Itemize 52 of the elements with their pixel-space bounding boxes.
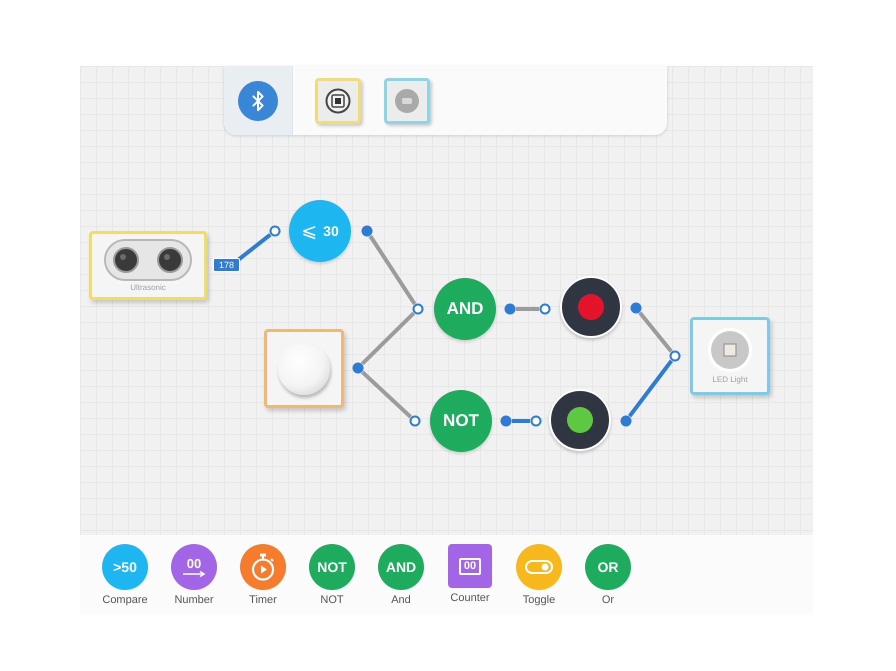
timer-block[interactable]: [240, 544, 286, 590]
module-card[interactable]: LED Light: [690, 317, 770, 395]
block-label: NOT: [320, 593, 344, 607]
module-tile[interactable]: [315, 78, 361, 124]
ultrasonic-sensor-icon: [104, 238, 192, 280]
module-label: Ultrasonic: [130, 282, 166, 292]
block-label: Or: [602, 593, 614, 607]
bluetooth-button[interactable]: [238, 80, 278, 120]
gate-node[interactable]: NOT: [430, 390, 492, 452]
input-port-icon[interactable]: [540, 304, 550, 314]
indicator-node[interactable]: [549, 389, 611, 451]
reading-badge: 178: [213, 258, 240, 272]
module-card[interactable]: Ultrasonic: [89, 231, 207, 300]
stopwatch-icon: [250, 553, 276, 581]
module-tile[interactable]: [384, 78, 430, 124]
input-port-icon[interactable]: [412, 304, 424, 314]
input-port-icon[interactable]: [410, 416, 420, 426]
block-label: Number: [174, 593, 214, 607]
arrow-right-icon: [182, 571, 206, 577]
input-port-icon[interactable]: [530, 416, 542, 426]
logic-block[interactable]: OR: [585, 544, 631, 590]
block-label: And: [391, 593, 411, 607]
toggle-switch-icon: [525, 560, 553, 574]
input-port-icon[interactable]: [270, 226, 280, 236]
input-port-icon[interactable]: [670, 350, 680, 362]
output-port-icon[interactable]: [500, 416, 512, 426]
module-label: LED Light: [712, 375, 748, 385]
toggle-block[interactable]: [516, 544, 562, 590]
number-block[interactable]: 00: [171, 544, 217, 590]
output-port-icon[interactable]: [362, 226, 372, 236]
logic-block[interactable]: AND: [378, 544, 424, 590]
output-port-icon[interactable]: [352, 362, 364, 374]
block-label: Toggle: [522, 593, 556, 607]
output-port-icon[interactable]: [630, 302, 642, 314]
indicator-node[interactable]: [560, 276, 622, 338]
compare-value: 30: [323, 223, 339, 239]
counter-display: 00: [458, 558, 482, 574]
sensor-chip-icon: [325, 88, 351, 114]
push-button-icon: [278, 342, 330, 394]
output-port-icon[interactable]: [504, 304, 516, 314]
compare-node[interactable]: ⩽ 30: [289, 200, 351, 262]
block-label: Counter: [450, 591, 490, 605]
gate-node[interactable]: AND: [434, 278, 496, 340]
counter-block[interactable]: 00: [448, 544, 492, 588]
logic-block[interactable]: >50: [102, 544, 148, 590]
block-label: Timer: [249, 593, 277, 607]
disc-module-icon: [394, 88, 420, 114]
block-label: Compare: [102, 593, 148, 607]
compare-symbol: ⩽: [301, 221, 318, 241]
logic-block[interactable]: NOT: [309, 544, 355, 590]
led-chip-icon: [707, 327, 753, 373]
output-port-icon[interactable]: [620, 416, 632, 426]
